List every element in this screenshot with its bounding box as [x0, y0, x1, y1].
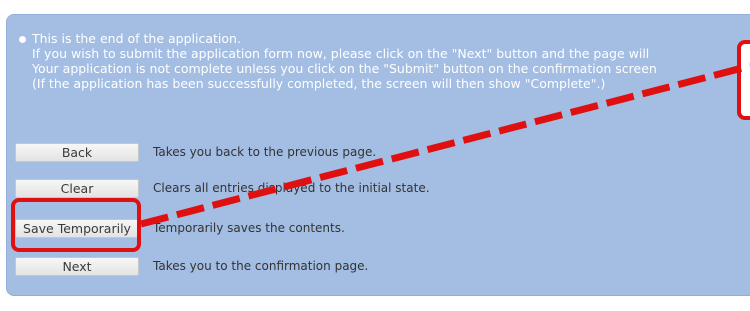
action-row-next: Next Takes you to the confirmation page. [15, 256, 368, 276]
back-description: Takes you back to the previous page. [153, 145, 377, 159]
application-end-panel: This is the end of the application. If y… [6, 14, 750, 296]
save-temporarily-button[interactable]: Save Temporarily [15, 218, 139, 238]
back-button[interactable]: Back [15, 142, 139, 162]
action-row-save-temporarily: Save Temporarily Temporarily saves the c… [15, 218, 345, 238]
notice-line-3: Your application is not complete unless … [32, 61, 657, 76]
clear-button[interactable]: Clear [15, 178, 139, 198]
notice-line-2: If you wish to submit the application fo… [32, 46, 650, 61]
notice-line-4: (If the application has been successfull… [32, 76, 606, 91]
notice-line-1: This is the end of the application. [32, 31, 241, 46]
next-button[interactable]: Next [15, 256, 139, 276]
action-row-back: Back Takes you back to the previous page… [15, 142, 376, 162]
next-description: Takes you to the confirmation page. [153, 259, 369, 273]
clear-description: Clears all entries displayed to the init… [153, 181, 430, 195]
end-of-application-notice: This is the end of the application. If y… [19, 31, 750, 91]
save-temporarily-description: Temporarily saves the contents. [153, 221, 345, 235]
bullet-icon [19, 36, 26, 43]
action-row-clear: Clear Clears all entries displayed to th… [15, 178, 430, 198]
